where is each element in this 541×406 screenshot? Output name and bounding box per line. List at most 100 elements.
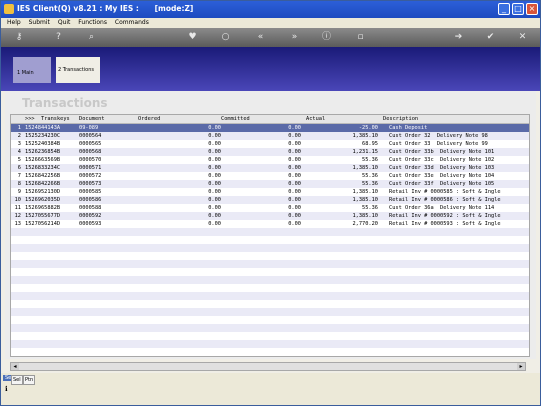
cell-ordered: 0.00 xyxy=(208,205,221,211)
header-committed[interactable]: Committed xyxy=(221,115,250,123)
table-row[interactable]: 3 1525240384B 0000565 0.00 0.00 68.95 Cust Ord… xyxy=(11,140,529,148)
menu-quit[interactable]: Quit xyxy=(58,18,71,28)
fast-forward-icon[interactable]: » xyxy=(289,32,300,43)
header-document[interactable]: Document xyxy=(79,115,105,123)
horizontal-scrollbar[interactable]: ◂ ▸ xyxy=(10,362,526,371)
cell-key: 1526236854B xyxy=(25,149,61,155)
header-ordered[interactable]: Ordered xyxy=(138,115,160,123)
cell-desc: Retail Inv # 0000586 : Soft & Ingle xyxy=(389,197,501,203)
cell-key: 1525240384B xyxy=(25,141,61,147)
save-icon[interactable]: ▫ xyxy=(355,32,366,43)
cell-committed: 0.00 xyxy=(288,189,301,195)
table-row[interactable]: 8 1526842266B 0000573 0.00 0.00 55.36 Cust Ord… xyxy=(11,180,529,188)
header-marker: >>> xyxy=(25,116,35,122)
cell-desc: Cust Order 33e Delivery Note 104 xyxy=(389,173,495,179)
cell-actual: 1,385.10 xyxy=(352,133,378,139)
title-bar[interactable]: IES Client(Q) v8.21 : My IES : [mode:Z] … xyxy=(1,1,540,18)
header-actual[interactable]: Actual xyxy=(306,115,325,123)
table-row[interactable]: 6 1526833234C 0000571 0.00 0.00 1,385.10 Cust … xyxy=(11,164,529,172)
cell-desc: Retail Inv # 0000592 : Soft & Ingle xyxy=(389,213,501,219)
cell-committed: 0.00 xyxy=(288,197,301,203)
cell-key: 1525234230C xyxy=(25,133,61,139)
cell-committed: 0.00 xyxy=(288,165,301,171)
empty-row xyxy=(11,332,529,340)
cell-key: 1527055677D xyxy=(25,213,61,219)
cell-ordered: 0.00 xyxy=(208,213,221,219)
empty-row xyxy=(11,268,529,276)
key-icon[interactable]: ⚷ xyxy=(9,32,29,43)
empty-row xyxy=(11,276,529,284)
heart-icon[interactable]: ♥ xyxy=(187,32,198,43)
table-row[interactable]: 12 1527055677D 0000592 0.00 0.00 1,385.10 Reta… xyxy=(11,212,529,220)
help-icon[interactable]: ? xyxy=(53,32,64,43)
cell-key: 1526962035D xyxy=(25,197,61,203)
sel-button[interactable]: Sel xyxy=(11,375,23,385)
empty-row xyxy=(11,316,529,324)
rewind-icon[interactable]: « xyxy=(255,32,266,43)
close-button[interactable]: × xyxy=(526,3,538,15)
tab-main[interactable]: 1 Main xyxy=(13,57,51,83)
scroll-right-icon[interactable]: ▸ xyxy=(517,363,525,370)
app-icon xyxy=(4,4,14,14)
maximize-button[interactable]: □ xyxy=(512,3,524,15)
header-description[interactable]: Description xyxy=(383,115,418,123)
empty-row xyxy=(11,308,529,316)
cell-desc: Cust Order 32 Delivery Note 98 xyxy=(389,133,488,139)
app-window: IES Client(Q) v8.21 : My IES : [mode:Z] … xyxy=(0,0,541,406)
forward-icon[interactable]: ➔ xyxy=(453,32,464,43)
cell-n: 1 xyxy=(17,125,21,131)
cell-actual: 55.36 xyxy=(362,181,378,187)
empty-row xyxy=(11,348,529,356)
tab-banner: 1 Main 2 Transactions xyxy=(1,47,540,91)
table-row[interactable]: 7 1526842256B 0000572 0.00 0.00 55.36 Cust Ord… xyxy=(11,172,529,180)
cell-n: 12 xyxy=(14,213,21,219)
cell-committed: 0.00 xyxy=(288,133,301,139)
menu-help[interactable]: Help xyxy=(7,18,21,28)
scroll-left-icon[interactable]: ◂ xyxy=(11,363,19,370)
cell-desc: Cust Order 33 Delivery Note 99 xyxy=(389,141,488,147)
cell-ordered: 0.00 xyxy=(208,125,221,131)
menu-functions[interactable]: Functions xyxy=(78,18,107,28)
table-row[interactable]: 10 1526962035D 0000586 0.00 0.00 1,385.10 Reta… xyxy=(11,196,529,204)
circle-icon[interactable]: ○ xyxy=(220,32,231,43)
table-row[interactable]: 11 1526965882B 0000588 0.00 0.00 55.36 Cust Or… xyxy=(11,204,529,212)
empty-row xyxy=(11,292,529,300)
cell-committed: 0.00 xyxy=(288,205,301,211)
cell-desc: Cust Order 33c Delivery Note 102 xyxy=(389,157,495,163)
menu-commands[interactable]: Commands xyxy=(115,18,149,28)
check-icon[interactable]: ✔ xyxy=(485,32,496,43)
cell-doc: 09-089 xyxy=(79,125,99,131)
cell-key: 1526842266B xyxy=(25,181,61,187)
cell-desc: Cash Deposit xyxy=(389,125,428,131)
cell-doc: 0000585 xyxy=(79,189,102,195)
search-icon[interactable]: ⌕ xyxy=(86,32,97,43)
cell-actual: 55.36 xyxy=(362,205,378,211)
cell-n: 13 xyxy=(14,221,21,227)
transactions-table[interactable]: >>> Transkeys Document Ordered Committed… xyxy=(10,114,530,357)
cell-actual: 55.36 xyxy=(362,173,378,179)
cell-committed: 0.00 xyxy=(288,221,301,227)
tab-transactions[interactable]: 2 Transactions xyxy=(56,57,100,83)
ptn-button[interactable]: Ptn xyxy=(23,375,36,385)
table-row[interactable]: 2 1525234230C 0000564 0.00 0.00 1,385.10 Cust … xyxy=(11,132,529,140)
empty-row xyxy=(11,356,529,357)
table-row[interactable]: 5 1526663569B 0000570 0.00 0.00 55.36 Cust Ord… xyxy=(11,156,529,164)
cell-ordered: 0.00 xyxy=(208,173,221,179)
cell-doc: 0000570 xyxy=(79,157,102,163)
table-row[interactable]: 1 1524844143A 09-089 0.00 0.00 -25.00 Cash Dep… xyxy=(11,124,529,132)
header-transkeys[interactable]: Transkeys xyxy=(41,115,70,123)
cell-desc: Retail Inv # 0000585 : Soft & Ingle xyxy=(389,189,501,195)
info-icon[interactable]: ⓘ xyxy=(321,32,332,43)
minimize-button[interactable]: _ xyxy=(498,3,510,15)
empty-row xyxy=(11,340,529,348)
table-row[interactable]: 13 1527056214D 0000593 0.00 0.00 2,770.20 Reta… xyxy=(11,220,529,228)
close-icon[interactable]: ✕ xyxy=(517,32,528,43)
cell-doc: 0000565 xyxy=(79,141,102,147)
empty-row xyxy=(11,236,529,244)
table-row[interactable]: 9 1526952130D 0000585 0.00 0.00 1,385.10 Retai… xyxy=(11,188,529,196)
empty-row xyxy=(11,300,529,308)
menu-submit[interactable]: Submit xyxy=(29,18,50,28)
cell-ordered: 0.00 xyxy=(208,181,221,187)
cell-ordered: 0.00 xyxy=(208,141,221,147)
table-row[interactable]: 4 1526236854B 0000568 0.00 0.00 1,231.15 Cust … xyxy=(11,148,529,156)
